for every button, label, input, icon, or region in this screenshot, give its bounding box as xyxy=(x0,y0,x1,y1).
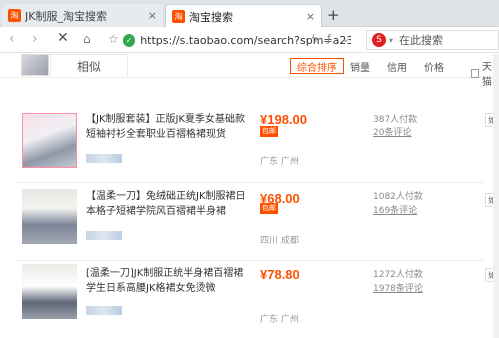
paid-count: 1082人付款 xyxy=(373,192,423,202)
url-text: https://s.taobao.com/search?spm=a230r xyxy=(140,33,351,47)
close-icon[interactable]: × xyxy=(306,10,315,23)
scrollbar[interactable] xyxy=(493,54,499,338)
new-tab-button[interactable]: + xyxy=(327,6,340,24)
product-image[interactable] xyxy=(22,264,77,319)
tab-similar[interactable]: 相似 xyxy=(50,54,128,77)
sort-credit[interactable]: 信用 xyxy=(387,58,407,74)
paid-count: 387人付款 xyxy=(373,115,418,125)
product-price: ¥198.00 xyxy=(260,112,307,127)
divider xyxy=(14,182,484,183)
dropdown-icon[interactable]: ⌄ xyxy=(341,32,350,45)
blurred-shop-name xyxy=(86,306,122,315)
blurred-shop-name xyxy=(86,154,122,163)
blurred-shop-name xyxy=(86,231,122,240)
review-count-link[interactable]: 169条评论 xyxy=(373,203,417,216)
sort-sales[interactable]: 销量 xyxy=(350,58,370,74)
home-icon[interactable]: ⌂ xyxy=(83,32,91,46)
star-icon[interactable]: ☆ xyxy=(108,32,119,46)
font-icon[interactable]: ƒ xyxy=(327,32,331,45)
browser-tab-jk-search[interactable]: 淘 JK制服_淘宝搜索 × xyxy=(2,4,163,27)
filter-bar: 相似 综合排序 销量 信用 价格 天猫 xyxy=(0,54,499,88)
taobao-favicon-icon: 淘 xyxy=(8,9,21,22)
product-location: 四川 成都 xyxy=(260,236,299,246)
divider xyxy=(14,260,484,261)
tab-title: 淘宝搜索 xyxy=(189,10,233,24)
product-location: 广东 广州 xyxy=(260,315,299,325)
stop-icon[interactable]: ✕ xyxy=(57,30,69,46)
product-image[interactable] xyxy=(22,113,77,168)
search-placeholder: 在此搜索 xyxy=(399,34,444,47)
list-item[interactable]: 【JK制服套装】正版JK夏季女基础款短袖衬衫全套职业百褶格裙现货 ¥198.00… xyxy=(0,105,499,189)
paid-count: 1272人付款 xyxy=(373,270,423,280)
product-title[interactable]: 【JK制服套装】正版JK夏季女基础款短袖衬衫全套职业百褶格裙现货 xyxy=(86,112,246,142)
product-title[interactable]: [温柔一刀]JK制服正统半身裙百褶裙学生日系高腰JK格裙女免烫微 xyxy=(86,266,246,296)
product-price: ¥78.80 xyxy=(260,267,300,282)
tab-title: JK制服_淘宝搜索 xyxy=(25,9,107,23)
list-item[interactable]: [温柔一刀]JK制服正统半身裙百褶裙学生日系高腰JK格裙女免烫微 ¥78.80 … xyxy=(0,262,499,338)
review-count-link[interactable]: 20条评论 xyxy=(373,125,411,138)
list-item[interactable]: 【温柔一刀】兔绒础正统JK制服裙日本格子短裙学院风百褶裙半身裙 ¥68.00 包… xyxy=(0,187,499,271)
chevron-down-icon[interactable]: ▾ xyxy=(389,36,393,45)
browser-toolbar: ‹ › ✕ ⌂ ☆ ✓ https://s.taobao.com/search?… xyxy=(0,27,499,53)
sort-comprehensive[interactable]: 综合排序 xyxy=(290,58,344,74)
product-location: 广东 广州 xyxy=(260,157,299,167)
reference-product-thumbnail[interactable] xyxy=(21,54,49,76)
product-title[interactable]: 【温柔一刀】兔绒础正统JK制服裙日本格子短裙学院风百褶裙半身裙 xyxy=(86,189,246,219)
close-icon[interactable]: × xyxy=(148,9,157,22)
tab-bar: 淘 JK制服_淘宝搜索 × 淘 淘宝搜索 × + xyxy=(0,0,499,28)
browser-tab-taobao-search[interactable]: 淘 淘宝搜索 × xyxy=(165,4,322,28)
lightning-icon[interactable]: ϟ xyxy=(311,32,318,45)
search-engine-icon[interactable]: S xyxy=(372,33,386,47)
taobao-favicon-icon: 淘 xyxy=(172,10,185,23)
lock-icon: ✓ xyxy=(123,33,136,47)
product-image[interactable] xyxy=(22,189,77,244)
back-icon[interactable]: ‹ xyxy=(9,31,15,47)
sort-price[interactable]: 价格 xyxy=(424,58,444,74)
checkbox[interactable] xyxy=(471,68,479,78)
free-shipping-badge: 包邮 xyxy=(260,203,278,214)
search-box[interactable]: S ▾ 在此搜索 xyxy=(366,30,499,50)
free-shipping-badge: 包邮 xyxy=(260,126,278,137)
forward-icon[interactable]: › xyxy=(32,31,38,47)
review-count-link[interactable]: 1978条评论 xyxy=(373,281,423,294)
